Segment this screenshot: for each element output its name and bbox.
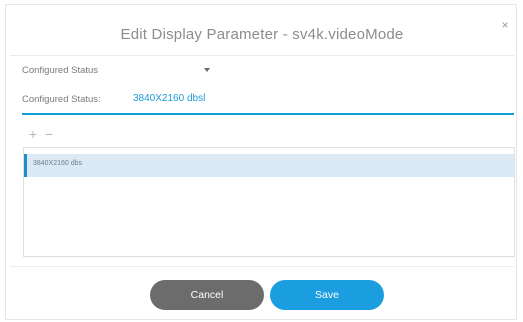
save-button[interactable]: Save [270,280,384,310]
cancel-button[interactable]: Cancel [150,280,264,310]
configured-status-value: 3840X2160 dbsl [133,93,206,104]
dialog-title: Edit Display Parameter - sv4k.videoMode [120,26,404,43]
list-item[interactable]: 3840X2160 dbs [24,154,514,177]
minus-icon[interactable]: − [42,126,56,142]
list-item-label: 3840X2160 dbs [33,160,83,167]
edit-display-parameter-dialog: Edit Display Parameter - sv4k.videoMode … [5,4,517,320]
configured-status-label: Configured Status: [22,94,101,105]
footer-divider [10,266,514,267]
dropdown-label: Configured Status [22,65,99,76]
configured-status-dropdown[interactable]: Configured Status [22,64,220,80]
plus-icon[interactable]: + [26,126,40,142]
chevron-down-icon [204,68,210,72]
close-icon[interactable]: × [499,19,511,31]
title-divider [10,55,514,56]
configured-status-field[interactable]: Configured Status: 3840X2160 dbsl [22,89,514,115]
values-list: 3840X2160 dbs [23,147,515,257]
